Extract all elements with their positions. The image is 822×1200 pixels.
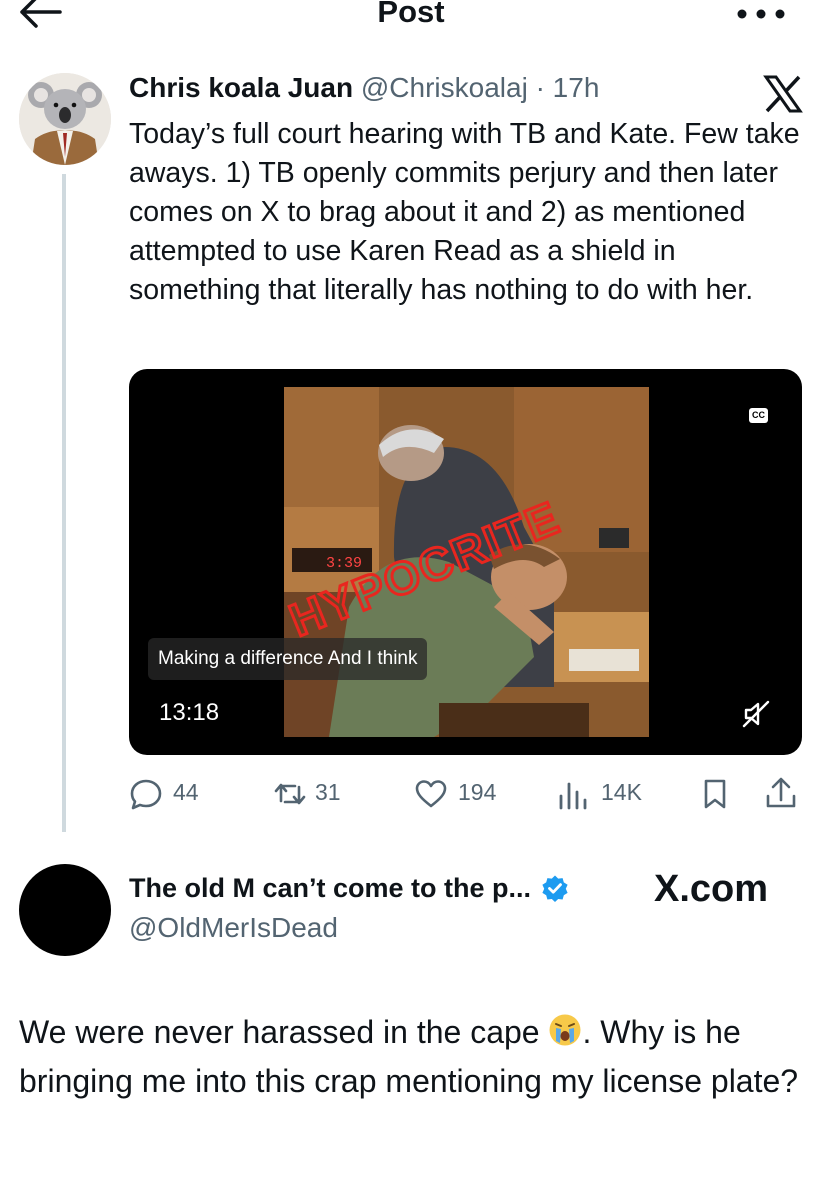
like-count: 194	[458, 779, 497, 805]
views-button[interactable]: 14K	[557, 774, 657, 814]
reply-text: We were never harassed in the cape . Why…	[19, 1010, 799, 1104]
reply-author-name[interactable]: The old M can’t come to the p...	[129, 873, 531, 903]
reply-avatar[interactable]	[19, 864, 111, 956]
crying-face-emoji	[548, 1013, 582, 1059]
more-options-button[interactable]	[728, 0, 798, 30]
views-count: 14K	[601, 779, 642, 805]
bookmark-button[interactable]	[702, 774, 730, 814]
heart-icon	[415, 780, 447, 808]
closed-captions-button[interactable]: CC	[749, 408, 768, 423]
share-button[interactable]	[764, 774, 798, 814]
mute-button[interactable]	[741, 699, 771, 729]
thread-connector-line	[62, 174, 66, 832]
share-icon	[766, 777, 796, 808]
repost-icon	[274, 783, 306, 805]
video-frame: 3:39 HYPOCRITE	[284, 387, 649, 737]
muted-speaker-icon	[742, 700, 770, 728]
bookmark-icon	[704, 779, 726, 809]
reply-count: 44	[173, 779, 199, 805]
koala-avatar-image	[19, 73, 111, 165]
x-logo-icon	[763, 74, 803, 114]
video-duration: 13:18	[159, 699, 220, 726]
video-player[interactable]: 3:39 HYPOCRITE CC Making a difference An…	[129, 369, 802, 755]
reply-bubble-icon	[130, 779, 162, 810]
like-button[interactable]: 194	[414, 774, 524, 814]
more-dots-icon	[737, 9, 785, 19]
reply-author-row: The old M can’t come to the p...	[129, 873, 569, 904]
views-chart-icon	[559, 782, 587, 810]
author-name[interactable]: Chris koala Juan	[129, 72, 353, 103]
avatar[interactable]	[19, 73, 111, 165]
tweet-header: Chris koala Juan @Chriskoalaj · 17h	[129, 72, 599, 104]
repost-count: 31	[315, 779, 341, 805]
author-handle-time[interactable]: @Chriskoalaj · 17h	[361, 72, 600, 103]
page-title: Post	[377, 0, 445, 29]
reply-author-handle[interactable]: @OldMerIsDead	[129, 912, 338, 944]
verified-badge-icon	[541, 875, 568, 902]
reply-button[interactable]: 44	[129, 774, 199, 814]
xcom-brand: X.com	[654, 868, 769, 910]
repost-button[interactable]: 31	[273, 774, 363, 814]
tweet-text: Today’s full court hearing with TB and K…	[129, 118, 800, 306]
reply-text-part1: We were never harassed in the cape	[19, 1014, 549, 1050]
video-subtitle: Making a difference And I think	[148, 638, 428, 680]
